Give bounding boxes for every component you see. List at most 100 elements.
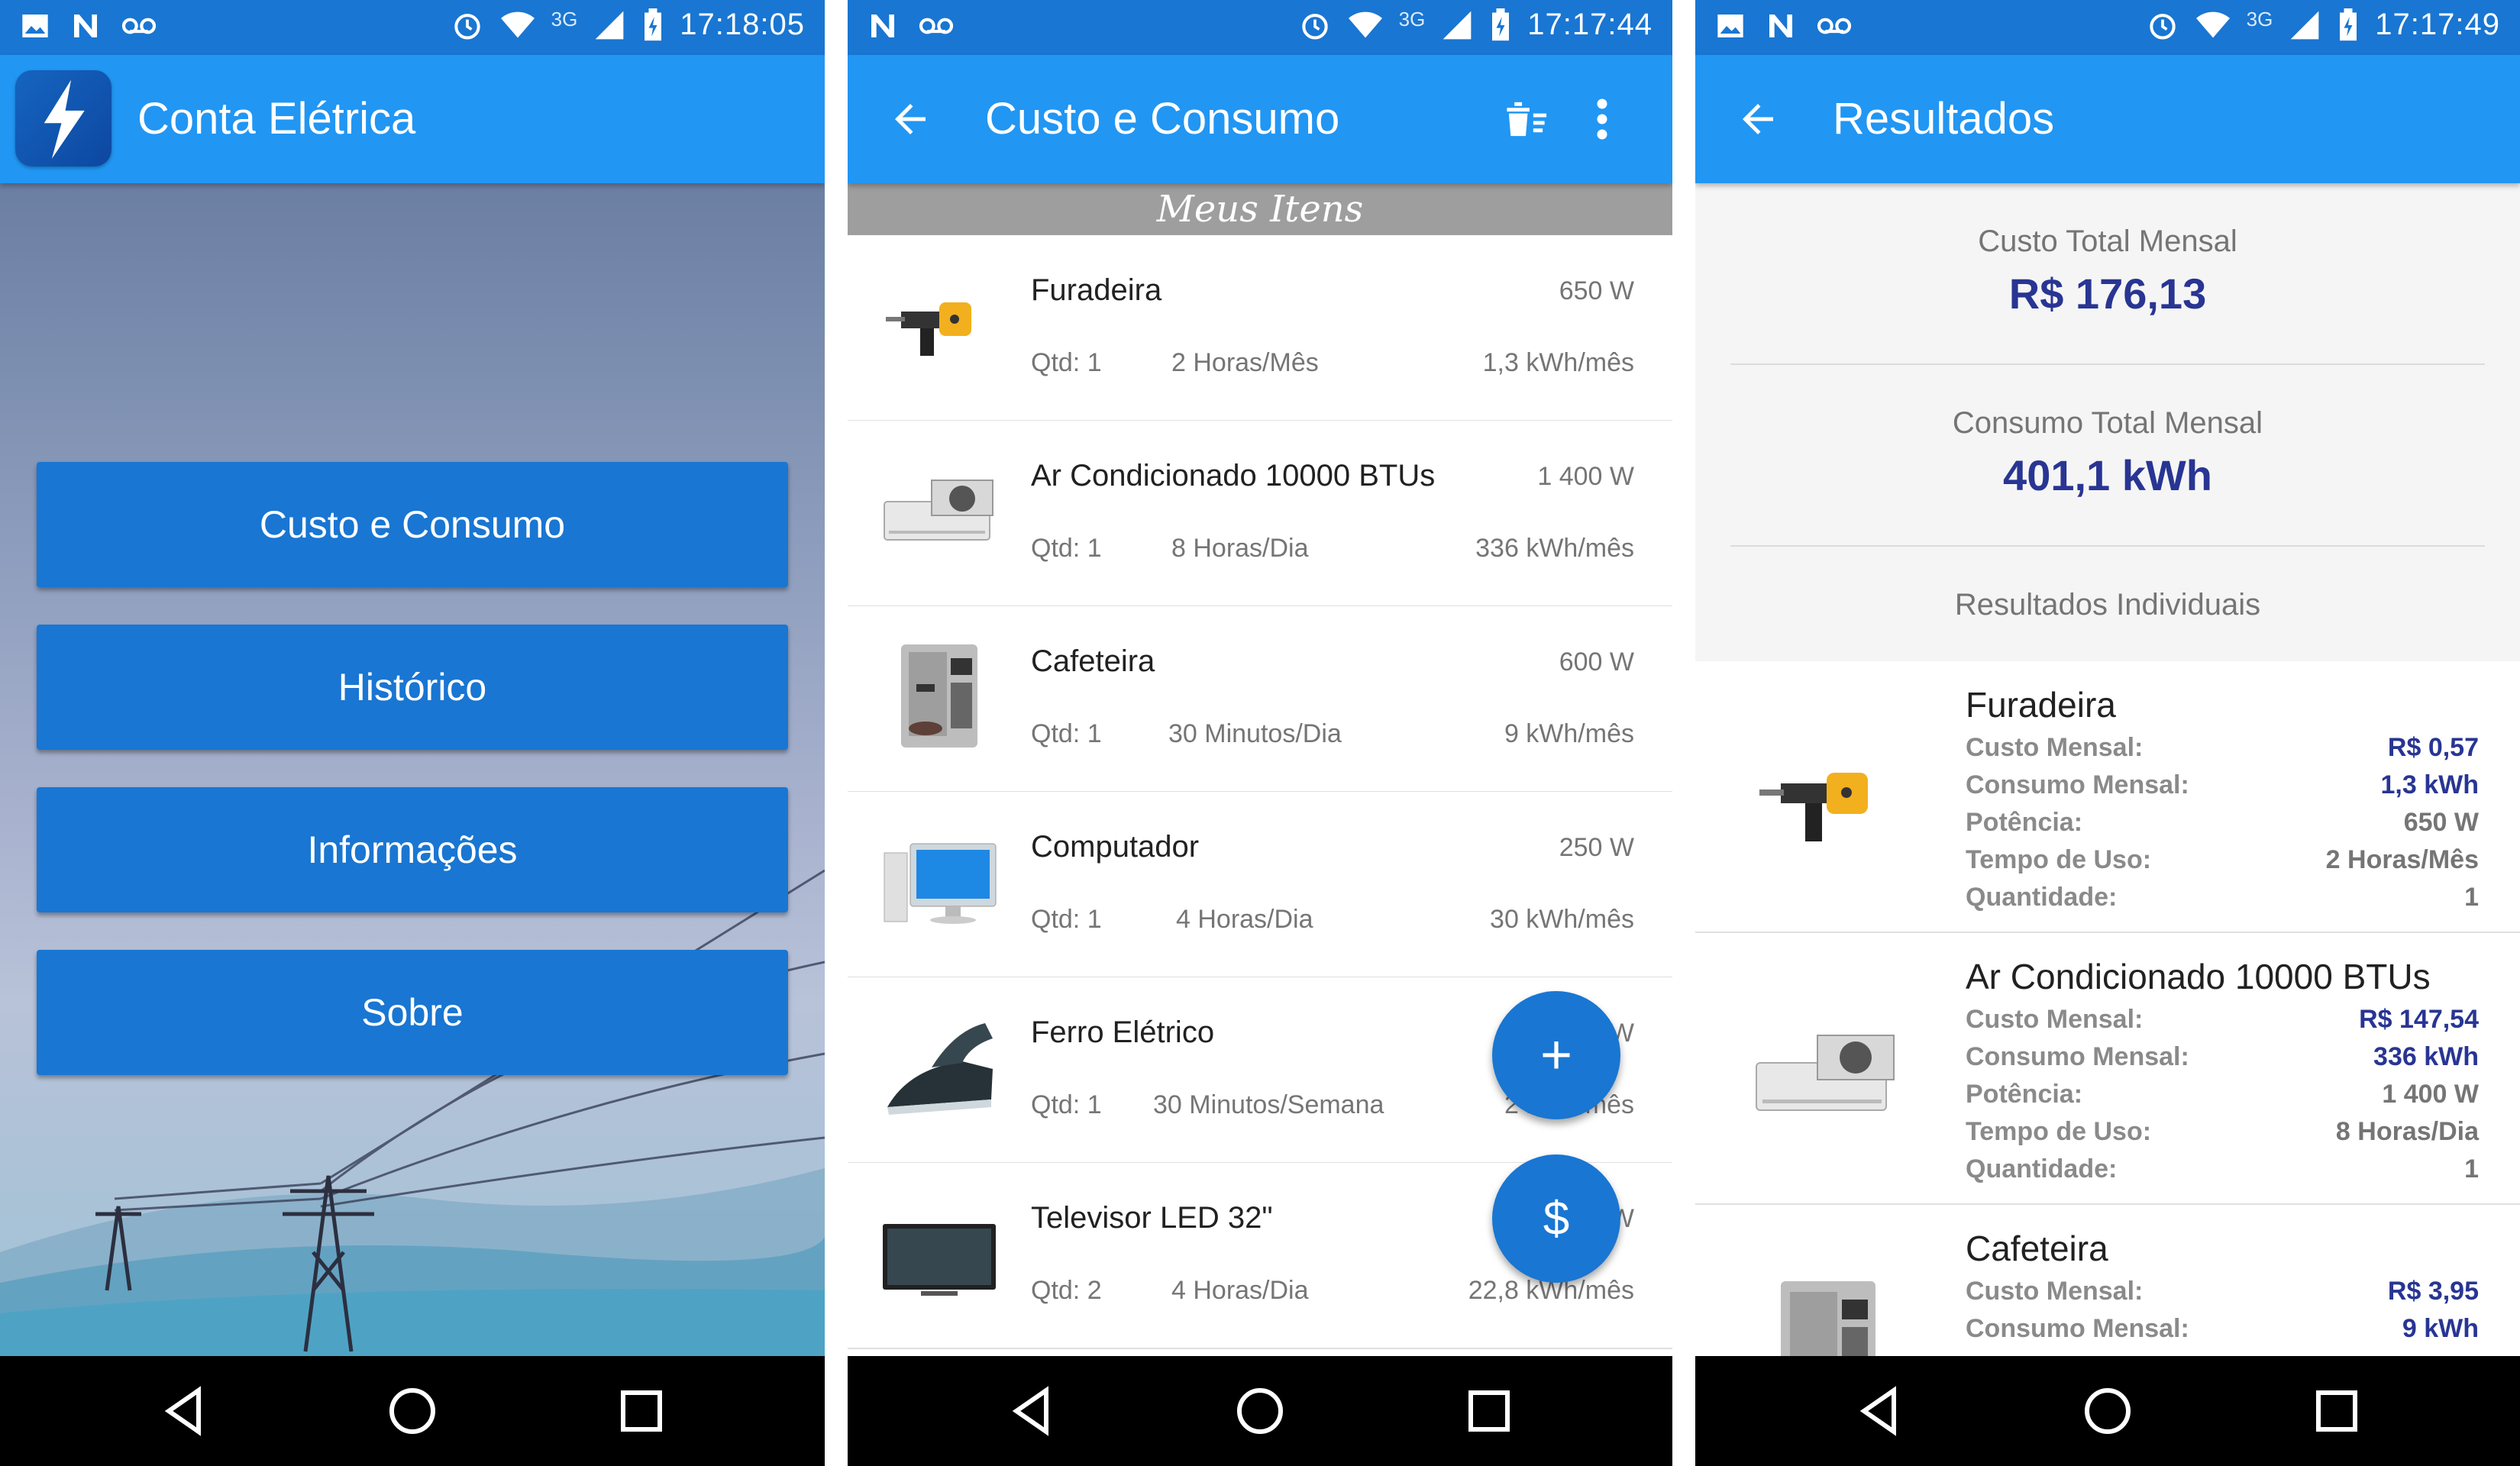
consumption-label: Consumo Mensal: bbox=[1966, 1314, 2189, 1343]
item-usage-time: 8 Horas/Dia bbox=[1171, 534, 1309, 563]
individual-results-label: Resultados Individuais bbox=[1954, 588, 2261, 622]
list-item[interactable]: Ar Condicionado 10000 BTUs 1 400 W Qtd: … bbox=[848, 421, 1672, 607]
screen-title: Custo e Consumo bbox=[985, 94, 1340, 144]
dollar-icon: $ bbox=[1543, 1192, 1570, 1245]
signal-icon bbox=[1443, 11, 1472, 39]
cost-value: R$ 3,95 bbox=[2387, 1277, 2479, 1306]
back-nav-icon[interactable] bbox=[1853, 1384, 1908, 1439]
item-consumption: 30 kWh/mês bbox=[1490, 905, 1634, 934]
cost-label: Custo Mensal: bbox=[1966, 733, 2144, 762]
back-nav-icon[interactable] bbox=[1005, 1384, 1060, 1439]
power-value: 1 400 W bbox=[2382, 1080, 2479, 1109]
status-bar: 3G 17:18:05 bbox=[0, 0, 825, 55]
calculate-cost-fab[interactable]: $ bbox=[1492, 1154, 1620, 1283]
drill-icon bbox=[886, 302, 971, 356]
clear-list-icon[interactable] bbox=[1501, 96, 1550, 142]
clock: 17:18:05 bbox=[680, 8, 805, 41]
home-nav-icon[interactable] bbox=[385, 1384, 440, 1439]
usage-time-value: 8 Horas/Dia bbox=[2335, 1117, 2479, 1146]
alarm-icon bbox=[2149, 13, 2176, 40]
item-qty: Qtd: 1 bbox=[1031, 905, 1102, 934]
card-item-name: Cafeteira bbox=[1966, 1229, 2108, 1268]
app-title: Conta Elétrica bbox=[137, 94, 416, 144]
air-conditioner-icon bbox=[1756, 1035, 1895, 1111]
app-bar: Conta Elétrica bbox=[0, 55, 825, 183]
item-usage-time: 30 Minutos/Dia bbox=[1168, 719, 1342, 748]
screen-title: Resultados bbox=[1833, 94, 2055, 144]
consumption-label: Consumo Mensal: bbox=[1966, 1042, 2189, 1071]
n-notification-icon bbox=[871, 15, 894, 37]
status-bar: 3G 17:17:49 bbox=[1695, 0, 2520, 55]
recents-nav-icon[interactable] bbox=[614, 1384, 669, 1439]
item-qty: Qtd: 1 bbox=[1031, 534, 1102, 563]
back-arrow-icon[interactable] bbox=[1735, 96, 1781, 142]
menu-button-sobre[interactable]: Sobre bbox=[37, 950, 788, 1075]
consumption-value: 1,3 kWh bbox=[2380, 770, 2479, 799]
wifi-icon bbox=[1348, 11, 1382, 37]
total-cost-value: R$ 176,13 bbox=[2008, 270, 2207, 318]
quantity-value: 1 bbox=[2464, 883, 2479, 912]
item-consumption: 9 kWh/mês bbox=[1504, 719, 1634, 748]
usage-time-value: 2 Horas/Mês bbox=[2325, 845, 2479, 874]
quantity-value: 1 bbox=[2464, 1154, 2479, 1183]
item-qty: Qtd: 1 bbox=[1031, 719, 1102, 748]
battery-charging-icon bbox=[2340, 8, 2357, 40]
drill-icon bbox=[1759, 773, 1868, 841]
voicemail-icon bbox=[1817, 18, 1852, 34]
recents-nav-icon[interactable] bbox=[1462, 1384, 1517, 1439]
network-type: 3G bbox=[551, 8, 578, 31]
image-notification-icon bbox=[22, 15, 48, 37]
network-type: 3G bbox=[1398, 8, 1426, 31]
back-arrow-icon[interactable] bbox=[887, 96, 933, 142]
quantity-label: Quantidade: bbox=[1966, 1154, 2118, 1183]
tv-icon bbox=[883, 1224, 996, 1296]
coffee-maker-icon bbox=[901, 644, 977, 748]
item-qty: Qtd: 2 bbox=[1031, 1276, 1102, 1305]
cost-label: Custo Mensal: bbox=[1966, 1277, 2144, 1306]
consumption-value: 9 kWh bbox=[2402, 1314, 2479, 1343]
menu-button-custo-consumo[interactable]: Custo e Consumo bbox=[37, 462, 788, 587]
item-power: 250 W bbox=[1559, 833, 1634, 862]
status-bar: 3G 17:17:44 bbox=[848, 0, 1672, 55]
overflow-menu-icon[interactable] bbox=[1593, 96, 1611, 142]
air-conditioner-icon bbox=[884, 480, 993, 541]
power-label: Potência: bbox=[1966, 808, 2083, 837]
phone-results-screen: 3G 17:17:49 Resultados Custo Total Mensa… bbox=[1695, 0, 2520, 1466]
divider bbox=[1730, 545, 2485, 547]
result-card: Ar Condicionado 10000 BTUs Custo Mensal:… bbox=[1695, 933, 2520, 1205]
item-usage-time: 2 Horas/Mês bbox=[1171, 348, 1319, 377]
power-lines-illustration bbox=[0, 869, 825, 1356]
clock: 17:17:49 bbox=[2375, 8, 2500, 41]
battery-charging-icon bbox=[645, 8, 662, 40]
cost-value: R$ 147,54 bbox=[2359, 1005, 2479, 1034]
list-item[interactable]: Computador 250 W Qtd: 1 4 Horas/Dia 30 k… bbox=[848, 792, 1672, 978]
clock: 17:17:44 bbox=[1527, 8, 1653, 41]
list-item[interactable]: Cafeteira 600 W Qtd: 1 30 Minutos/Dia 9 … bbox=[848, 606, 1672, 793]
list-item[interactable]: Furadeira 650 W Qtd: 1 2 Horas/Mês 1,3 k… bbox=[848, 235, 1672, 421]
card-item-name: Furadeira bbox=[1966, 685, 2116, 725]
home-nav-icon[interactable] bbox=[1233, 1384, 1287, 1439]
network-type: 3G bbox=[2246, 8, 2273, 31]
result-card: Furadeira Custo Mensal: R$ 0,57 Consumo M… bbox=[1695, 661, 2520, 933]
total-cost-label: Custo Total Mensal bbox=[1978, 224, 2237, 258]
menu-button-historico[interactable]: Histórico bbox=[37, 625, 788, 750]
item-name: Televisor LED 32" bbox=[1031, 1201, 1273, 1235]
item-consumption: 1,3 kWh/mês bbox=[1482, 348, 1634, 377]
voicemail-icon bbox=[121, 18, 157, 34]
recents-nav-icon[interactable] bbox=[2309, 1384, 2364, 1439]
add-item-fab[interactable]: + bbox=[1492, 991, 1620, 1119]
item-usage-time: 4 Horas/Dia bbox=[1171, 1276, 1309, 1305]
menu-button-informacoes[interactable]: Informações bbox=[37, 787, 788, 912]
lightning-bolt-icon bbox=[44, 79, 85, 159]
signal-icon bbox=[595, 11, 624, 39]
n-notification-icon bbox=[1769, 15, 1792, 37]
phone-custo-consumo-screen: 3G 17:17:44 Custo e Consumo Meus Itens F… bbox=[848, 0, 1672, 1466]
item-power: 650 W bbox=[1559, 276, 1634, 305]
system-nav-bar bbox=[848, 1356, 1672, 1466]
back-nav-icon[interactable] bbox=[157, 1384, 212, 1439]
consumption-label: Consumo Mensal: bbox=[1966, 770, 2189, 799]
home-nav-icon[interactable] bbox=[2080, 1384, 2135, 1439]
item-name: Computador bbox=[1031, 830, 1200, 864]
usage-time-label: Tempo de Uso: bbox=[1966, 845, 2152, 874]
computer-icon bbox=[884, 843, 997, 924]
